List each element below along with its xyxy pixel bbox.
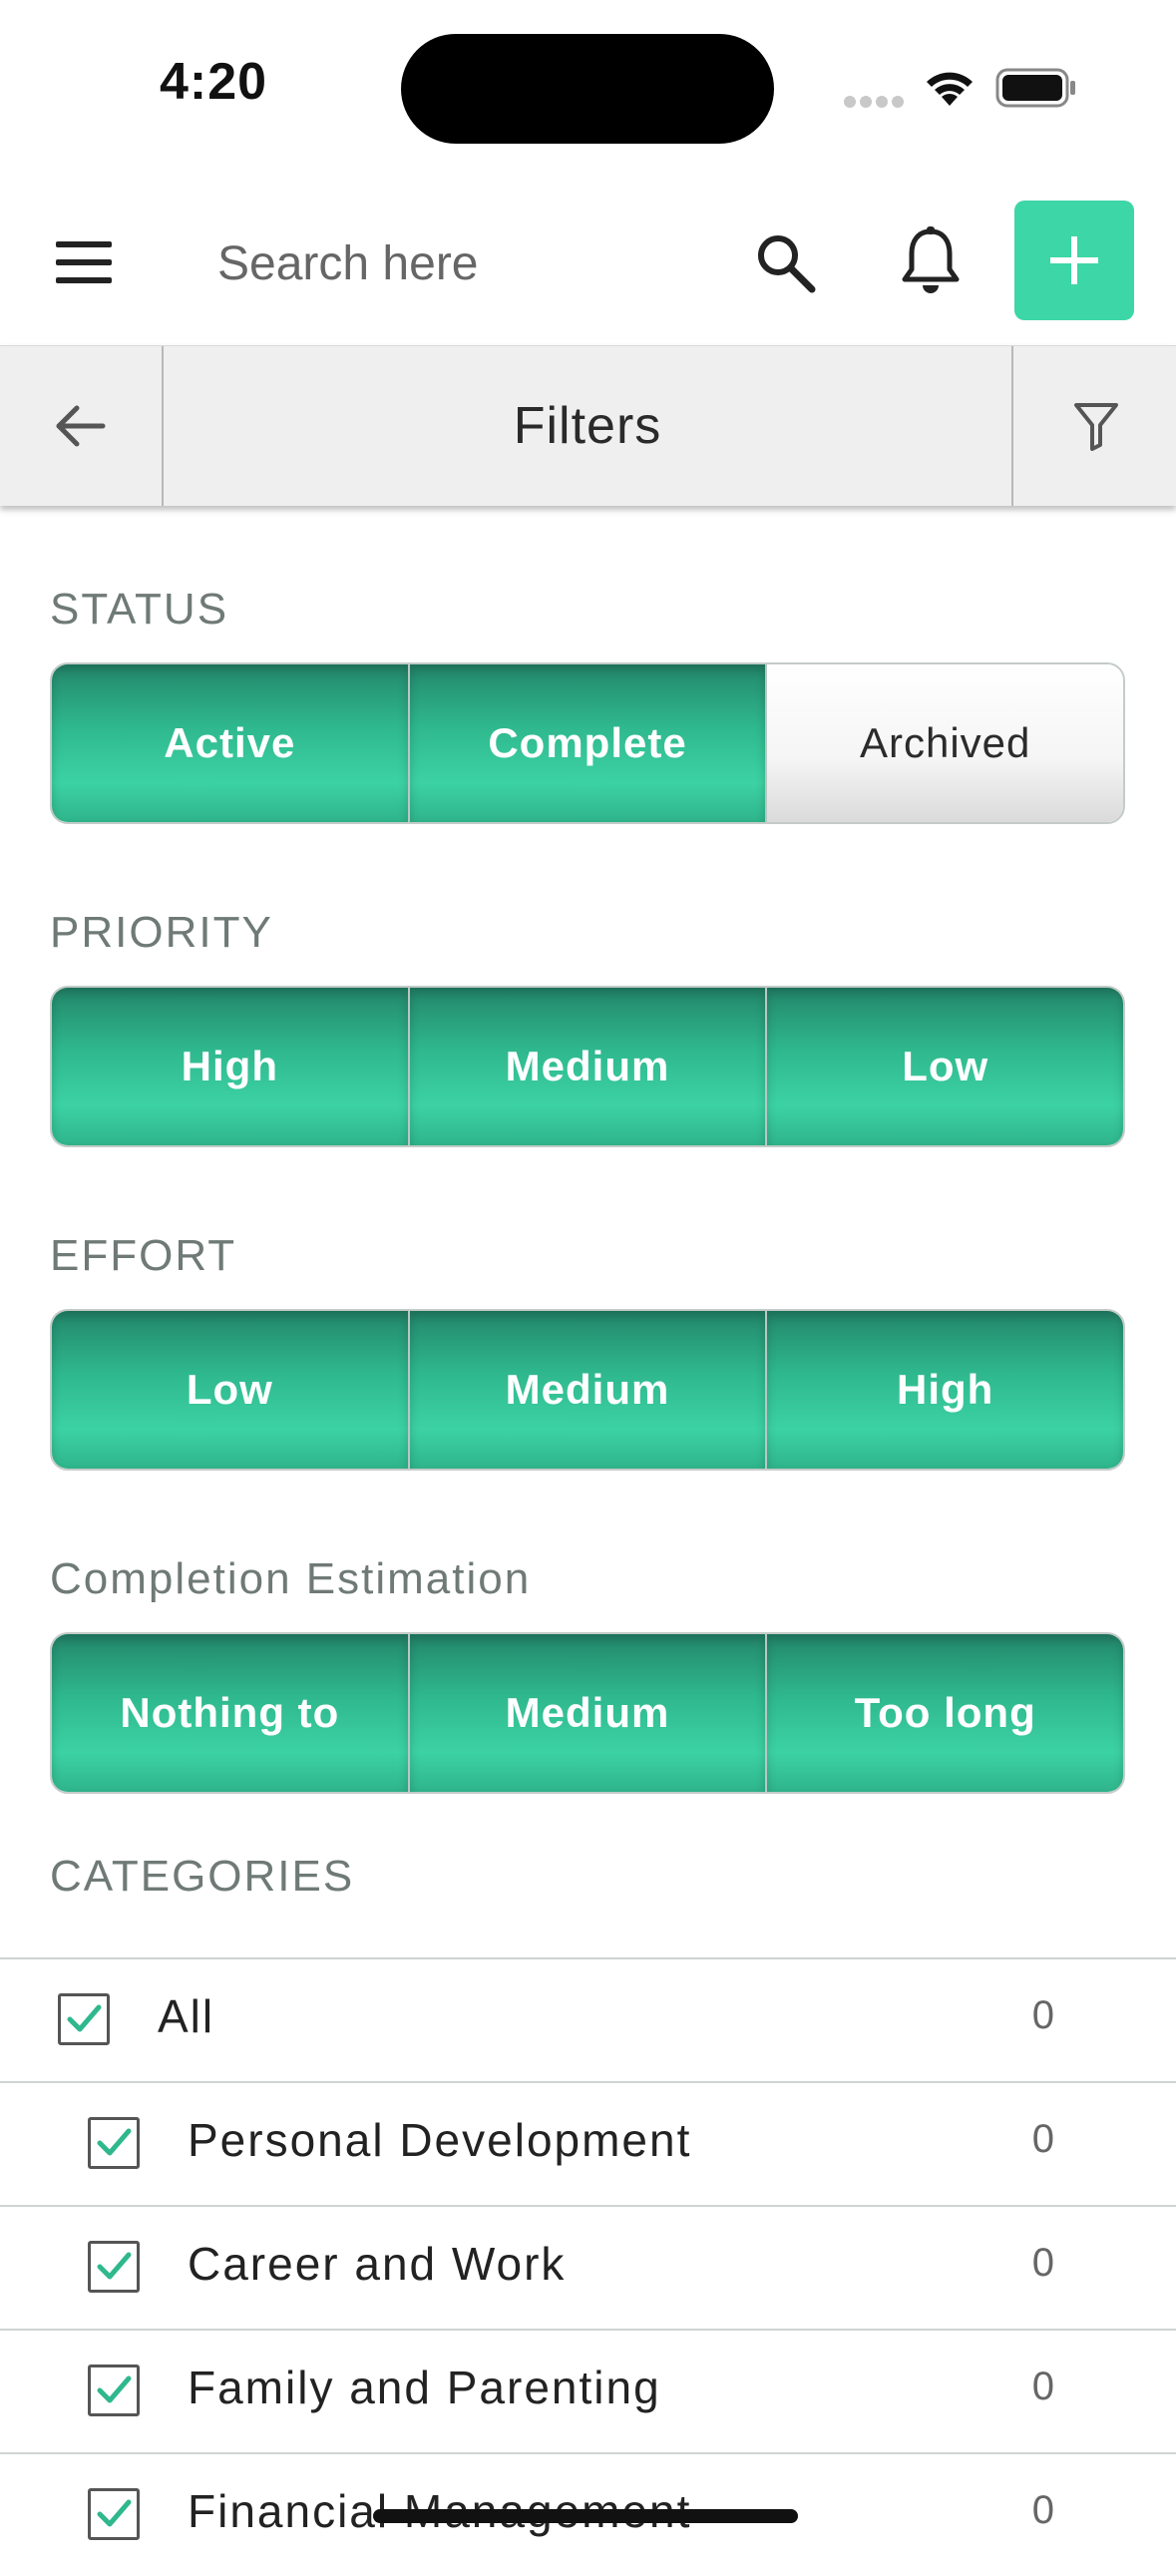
filters-header: Filters	[0, 345, 1176, 506]
priority-option-high[interactable]: High	[52, 988, 408, 1145]
category-label: All	[158, 1990, 215, 2042]
effort-segmented-control: Low Medium High	[50, 1309, 1125, 1471]
category-row-career-and-work[interactable]: Career and Work 0	[0, 2205, 1176, 2329]
search-input[interactable]	[217, 231, 716, 295]
top-app-bar	[0, 180, 1176, 345]
effort-option-medium[interactable]: Medium	[407, 1311, 766, 1469]
back-button[interactable]	[0, 346, 164, 506]
battery-icon	[995, 68, 1075, 108]
priority-section-label: PRIORITY	[50, 908, 273, 957]
add-button[interactable]	[1014, 201, 1134, 320]
checkmark-icon	[67, 2004, 102, 2032]
funnel-icon	[1073, 403, 1118, 451]
checkbox[interactable]	[88, 2488, 140, 2540]
status-section-label: STATUS	[50, 585, 229, 634]
category-count: 0	[1031, 1993, 1054, 2037]
priority-segmented-control: High Medium Low	[50, 986, 1125, 1147]
categories-section-label: CATEGORIES	[50, 1852, 355, 1901]
category-count: 0	[1031, 2117, 1054, 2161]
status-segmented-control: Active Complete Archived	[50, 662, 1125, 824]
dynamic-island	[401, 34, 774, 144]
category-row-family-and-parenting[interactable]: Family and Parenting 0	[0, 2329, 1176, 2452]
category-row-personal-development[interactable]: Personal Development 0	[0, 2081, 1176, 2205]
checkbox[interactable]	[88, 2241, 140, 2293]
status-bar: 4:20	[0, 0, 1176, 180]
category-label: Family and Parenting	[188, 2361, 661, 2413]
completion-section-label: Completion Estimation	[50, 1554, 532, 1603]
completion-segmented-control: Nothing to Medium Too long	[50, 1632, 1125, 1794]
checkbox[interactable]	[88, 2364, 140, 2416]
completion-option-medium[interactable]: Medium	[407, 1634, 766, 1792]
menu-icon[interactable]	[56, 241, 112, 283]
filter-button[interactable]	[1011, 346, 1176, 506]
wifi-icon	[927, 72, 973, 106]
checkbox[interactable]	[88, 2117, 140, 2169]
category-list: All 0 Personal Development 0 Career and …	[0, 1957, 1176, 2576]
completion-option-too-long[interactable]: Too long	[765, 1634, 1123, 1792]
cellular-signal-icon	[844, 96, 904, 108]
notification-bell-icon[interactable]	[898, 225, 964, 297]
category-count: 0	[1031, 2241, 1054, 2285]
category-label: Personal Development	[188, 2114, 692, 2166]
checkmark-icon	[97, 2499, 132, 2527]
priority-option-medium[interactable]: Medium	[407, 988, 766, 1145]
checkmark-icon	[97, 2252, 132, 2280]
status-option-complete[interactable]: Complete	[407, 664, 766, 822]
page-title: Filters	[513, 397, 662, 455]
checkmark-icon	[97, 2375, 132, 2403]
category-count: 0	[1031, 2488, 1054, 2532]
status-time: 4:20	[160, 53, 268, 111]
status-option-archived[interactable]: Archived	[765, 664, 1123, 822]
checkbox[interactable]	[58, 1993, 110, 2045]
category-row-all[interactable]: All 0	[0, 1957, 1176, 2081]
category-label: Career and Work	[188, 2238, 567, 2290]
search-icon[interactable]	[754, 231, 818, 295]
effort-option-low[interactable]: Low	[52, 1311, 408, 1469]
status-option-active[interactable]: Active	[52, 664, 408, 822]
plus-icon	[1050, 236, 1098, 284]
effort-section-label: EFFORT	[50, 1231, 237, 1280]
arrow-left-icon	[56, 405, 106, 447]
category-count: 0	[1031, 2364, 1054, 2408]
completion-option-nothing-to[interactable]: Nothing to	[52, 1634, 408, 1792]
home-indicator[interactable]	[373, 2509, 798, 2523]
checkmark-icon	[97, 2128, 132, 2156]
effort-option-high[interactable]: High	[765, 1311, 1123, 1469]
priority-option-low[interactable]: Low	[765, 988, 1123, 1145]
